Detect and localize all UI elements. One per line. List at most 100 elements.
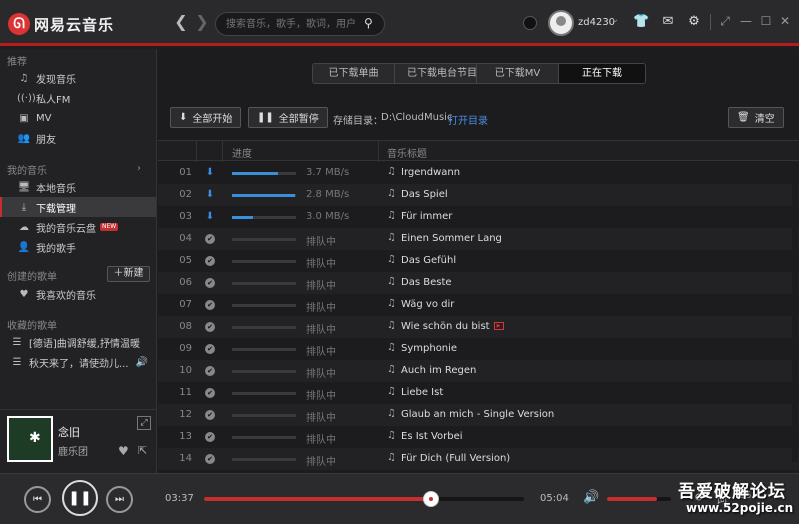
forward-arrow-icon[interactable]: ❯ <box>193 13 211 31</box>
tab-downloaded-radio[interactable]: 已下载电台节目 <box>395 64 477 83</box>
sidebar-item-liked-music[interactable]: ♥ 我喜欢的音乐 <box>0 284 156 304</box>
queued-check-icon[interactable]: ✔ <box>205 278 215 288</box>
queued-check-icon[interactable]: ✔ <box>205 454 215 464</box>
row-number: 03 <box>179 211 192 222</box>
queued-check-icon[interactable]: ✔ <box>205 256 215 266</box>
gear-icon[interactable]: ⚙ <box>686 14 702 30</box>
skin-shirt-icon[interactable]: 👕 <box>633 14 649 30</box>
scrollbar[interactable] <box>792 162 798 462</box>
back-arrow-icon[interactable]: ❮ <box>172 13 190 31</box>
queued-check-icon[interactable]: ✔ <box>205 388 215 398</box>
divider <box>710 14 711 30</box>
sidebar-item-my-artists[interactable]: 👤 我的歌手 <box>0 237 156 257</box>
queued-check-icon[interactable]: ✔ <box>205 432 215 442</box>
now-playing-artist[interactable]: 鹿乐团 <box>58 443 88 458</box>
like-heart-icon[interactable]: ♥ <box>118 444 129 458</box>
row-title[interactable]: Auch im Regen <box>401 365 476 376</box>
sidebar-item-mv[interactable]: ▣ MV <box>0 108 156 128</box>
close-icon[interactable]: ✕ <box>778 14 792 28</box>
progress-knob[interactable] <box>423 491 440 507</box>
new-playlist-button[interactable]: ＋新建 <box>107 266 150 282</box>
table-row[interactable]: 11 ✔ 排队中 ♫ Liebe Ist <box>158 382 799 404</box>
table-row[interactable]: 04 ✔ 排队中 ♫ Einen Sommer Lang <box>158 228 799 250</box>
now-playing-title[interactable]: 念旧 <box>58 424 80 440</box>
chevron-right-icon[interactable]: › <box>137 163 141 174</box>
row-title[interactable]: Symphonie <box>401 343 457 354</box>
start-all-button[interactable]: ⬇ 全部开始 <box>170 107 242 128</box>
table-row[interactable]: 13 ✔ 排队中 ♫ Es Ist Vorbei <box>158 426 799 448</box>
row-title[interactable]: Das Beste <box>401 277 452 288</box>
table-row[interactable]: 14 ✔ 排队中 ♫ Für Dich (Full Version) <box>158 448 799 470</box>
maximize-icon[interactable]: ☐ <box>759 14 773 28</box>
table-row[interactable]: 02 ⬇ 2.8 MB/s ♫ Das Spiel <box>158 184 799 206</box>
row-title[interactable]: Wäg vo dir <box>401 299 454 310</box>
table-row[interactable]: 03 ⬇ 3.0 MB/s ♫ Für immer <box>158 206 799 228</box>
row-title[interactable]: Einen Sommer Lang <box>401 233 502 244</box>
table-row[interactable]: 08 ✔ 排队中 ♫ Wie schön du bist ▶ <box>158 316 799 338</box>
username[interactable]: zd4230 <box>578 17 615 28</box>
table-row[interactable]: 06 ✔ 排队中 ♫ Das Beste <box>158 272 799 294</box>
tab-downloaded-songs[interactable]: 已下载单曲 <box>313 64 395 83</box>
next-button[interactable]: ⏭ <box>106 486 133 513</box>
volume-icon[interactable]: 🔊 <box>583 490 599 505</box>
progress-slider[interactable] <box>204 491 524 507</box>
queued-check-icon[interactable]: ✔ <box>205 344 215 354</box>
table-row[interactable]: 05 ✔ 排队中 ♫ Das Gefühl <box>158 250 799 272</box>
mv-icon[interactable]: ▶ <box>493 322 504 330</box>
clear-button[interactable]: 🗑 清空 <box>728 107 784 128</box>
row-title[interactable]: Glaub an mich - Single Version <box>401 409 554 420</box>
table-row[interactable]: 12 ✔ 排队中 ♫ Glaub an mich - Single Version <box>158 404 799 426</box>
sidebar-item-cloud-drive[interactable]: ☁ 我的音乐云盘 NEW <box>0 217 156 237</box>
table-row[interactable]: 01 ⬇ 3.7 MB/s ♫ Irgendwann <box>158 162 799 184</box>
share-icon[interactable]: ⇱ <box>138 444 147 457</box>
queued-check-icon[interactable]: ✔ <box>205 300 215 310</box>
sidebar-item-fm[interactable]: ((·)) 私人FM <box>0 88 156 108</box>
table-row[interactable]: 07 ✔ 排队中 ♫ Wäg vo dir <box>158 294 799 316</box>
volume-slider[interactable] <box>607 497 671 501</box>
row-title[interactable]: Irgendwann <box>401 167 460 178</box>
app-logo[interactable]: ᘏ 网易云音乐 <box>8 12 114 36</box>
downloading-arrow-icon[interactable]: ⬇ <box>204 189 216 200</box>
row-title[interactable]: Das Spiel <box>401 189 448 200</box>
sidebar-item-discover[interactable]: ♫ 发现音乐 <box>0 68 156 88</box>
sidebar-item-playlist-autumn[interactable]: ☰ 秋天来了，请使劲儿... 🔊 <box>0 352 156 372</box>
sidebar-item-friends[interactable]: 👥 朋友 <box>0 128 156 148</box>
open-directory-link[interactable]: 打开目录 <box>448 112 488 127</box>
search-input[interactable] <box>215 12 385 36</box>
row-title[interactable]: Für immer <box>401 211 452 222</box>
queued-check-icon[interactable]: ✔ <box>205 366 215 376</box>
tab-downloading[interactable]: 正在下载 <box>559 64 645 83</box>
downloading-arrow-icon[interactable]: ⬇ <box>204 211 216 222</box>
row-status: 排队中 <box>306 347 336 358</box>
row-title[interactable]: Für Dich (Full Version) <box>401 453 510 464</box>
pause-all-button[interactable]: ❚❚ 全部暂停 <box>248 107 328 128</box>
queued-check-icon[interactable]: ✔ <box>205 322 215 332</box>
tab-downloaded-mv[interactable]: 已下载MV <box>477 64 559 83</box>
album-cover[interactable] <box>7 416 53 462</box>
queued-check-icon[interactable]: ✔ <box>205 410 215 420</box>
cloud-icon: ☁ <box>19 221 29 233</box>
sidebar-item-download-manager[interactable]: ⤓ 下载管理 <box>0 197 156 217</box>
sidebar-item-local-music[interactable]: 🖥 本地音乐 <box>0 177 156 197</box>
search-icon[interactable]: ⚲ <box>364 16 378 30</box>
pause-button[interactable]: ❚❚ <box>62 480 98 516</box>
expand-icon[interactable]: ⤢ <box>137 416 151 430</box>
mini-mode-icon[interactable]: ⤢ <box>718 14 732 28</box>
table-row[interactable]: 09 ✔ 排队中 ♫ Symphonie <box>158 338 799 360</box>
row-title[interactable]: Wie schön du bist ▶ <box>401 321 504 332</box>
row-title[interactable]: Das Gefühl <box>401 255 456 266</box>
music-note-icon: ♫ <box>387 386 396 397</box>
header-progress[interactable]: 进度 <box>232 145 252 160</box>
previous-button[interactable]: ⏮ <box>24 486 51 513</box>
avatar[interactable] <box>548 10 574 36</box>
table-row[interactable]: 10 ✔ 排队中 ♫ Auch im Regen <box>158 360 799 382</box>
downloading-arrow-icon[interactable]: ⬇ <box>204 167 216 178</box>
header-title[interactable]: 音乐标题 <box>387 145 427 160</box>
sidebar-item-playlist-german[interactable]: ☰ [德语]曲调舒缓,抒情温暖 <box>0 332 156 352</box>
queued-check-icon[interactable]: ✔ <box>205 234 215 244</box>
mail-icon[interactable]: ✉ <box>660 14 676 30</box>
minimize-icon[interactable]: — <box>739 14 753 28</box>
row-title[interactable]: Liebe Ist <box>401 387 443 398</box>
chevron-down-icon[interactable]: ⌄ <box>611 14 619 25</box>
row-title[interactable]: Es Ist Vorbei <box>401 431 463 442</box>
